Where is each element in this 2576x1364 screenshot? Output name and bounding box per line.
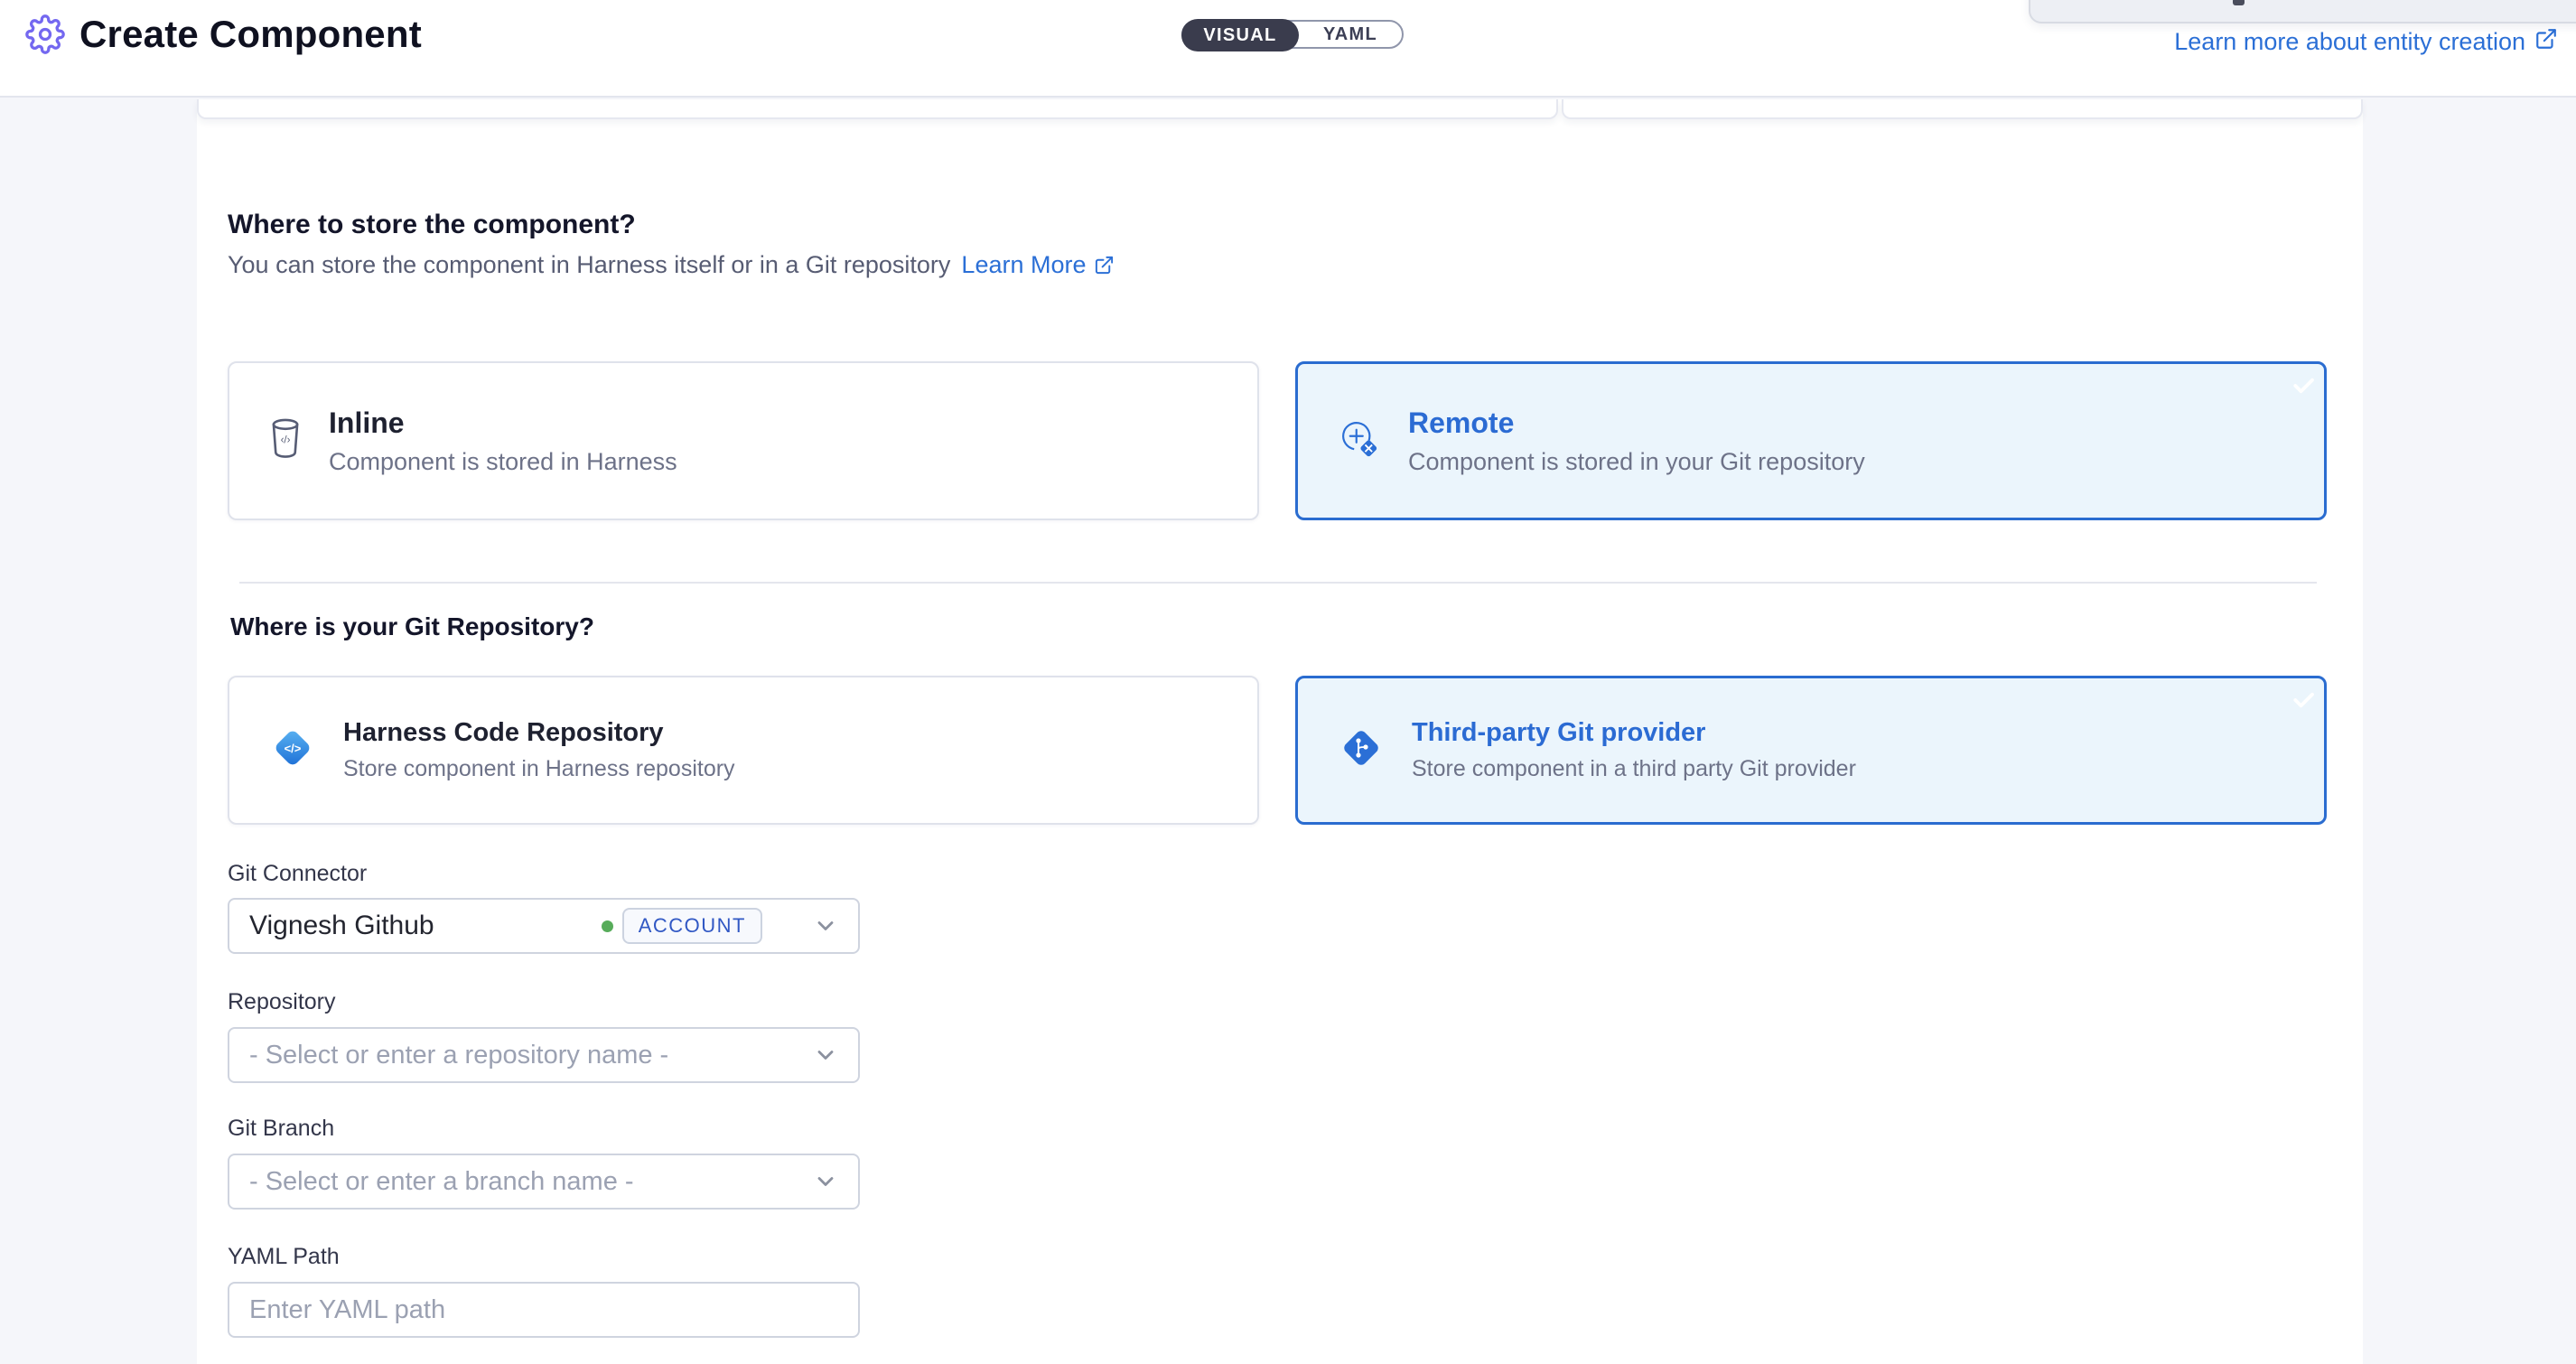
git-connector-label: Git Connector bbox=[228, 861, 367, 887]
git-connector-select[interactable]: Vignesh Github ACCOUNT bbox=[228, 898, 860, 954]
chevron-down-icon bbox=[813, 1169, 838, 1194]
inline-store-icon: ‹/› bbox=[267, 416, 303, 467]
repository-label: Repository bbox=[228, 989, 336, 1015]
collapsed-card-edge-left bbox=[197, 99, 1558, 119]
svg-text:</>: </> bbox=[285, 742, 302, 755]
git-branch-select[interactable]: - Select or enter a branch name - bbox=[228, 1154, 860, 1210]
inline-card-title: Inline bbox=[329, 406, 677, 440]
storage-subtitle-text: You can store the component in Harness i… bbox=[228, 251, 950, 279]
page-header: Create Component VISUAL YAML Learn more … bbox=[0, 0, 2576, 98]
toggle-yaml[interactable]: YAML bbox=[1299, 22, 1402, 47]
harness-code-card-title: Harness Code Repository bbox=[343, 718, 735, 748]
git-branch-label: Git Branch bbox=[228, 1116, 334, 1142]
gear-icon bbox=[25, 14, 65, 54]
toggle-visual[interactable]: VISUAL bbox=[1181, 19, 1299, 51]
learn-more-entity-creation-link[interactable]: Learn more about entity creation bbox=[2174, 27, 2558, 57]
svg-text:‹/›: ‹/› bbox=[281, 434, 291, 445]
collapsed-card-edge-right bbox=[1562, 99, 2363, 119]
third-party-card-title: Third-party Git provider bbox=[1412, 718, 1856, 748]
external-link-icon bbox=[1094, 255, 1115, 276]
popover-dash bbox=[2233, 0, 2245, 5]
git-connector-value: Vignesh Github bbox=[249, 911, 434, 941]
yaml-path-field bbox=[228, 1282, 860, 1338]
page-title: Create Component bbox=[79, 13, 422, 56]
yaml-path-label: YAML Path bbox=[228, 1244, 340, 1270]
harness-code-card-description: Store component in Harness repository bbox=[343, 756, 735, 782]
create-component-form-panel: Where to store the component? You can st… bbox=[197, 99, 2363, 1364]
harness-code-icon: </> bbox=[267, 723, 318, 778]
visual-yaml-toggle[interactable]: VISUAL YAML bbox=[1181, 20, 1404, 49]
check-icon bbox=[2290, 372, 2317, 399]
external-link-icon bbox=[2534, 27, 2558, 57]
third-party-card-description: Store component in a third party Git pro… bbox=[1412, 756, 1856, 782]
chevron-down-icon bbox=[813, 913, 838, 939]
chevron-down-icon bbox=[813, 1042, 838, 1068]
repository-placeholder: - Select or enter a repository name - bbox=[249, 1041, 668, 1070]
check-icon bbox=[2290, 687, 2317, 714]
cutoff-popover bbox=[2029, 0, 2576, 23]
learn-more-entity-creation-label: Learn more about entity creation bbox=[2174, 28, 2525, 56]
git-repo-question-heading: Where is your Git Repository? bbox=[230, 612, 594, 641]
storage-option-remote-card[interactable]: Remote Component is stored in your Git r… bbox=[1295, 361, 2327, 520]
storage-option-inline-card[interactable]: ‹/› Inline Component is stored in Harnes… bbox=[228, 361, 1259, 520]
storage-question-subtitle: You can store the component in Harness i… bbox=[228, 251, 1115, 279]
inline-card-description: Component is stored in Harness bbox=[329, 448, 677, 476]
remote-card-title: Remote bbox=[1408, 406, 1865, 440]
section-divider bbox=[239, 582, 2317, 584]
storage-learn-more-link[interactable]: Learn More bbox=[961, 251, 1114, 279]
git-option-third-party-card[interactable]: Third-party Git provider Store component… bbox=[1295, 676, 2327, 825]
remote-store-icon bbox=[1336, 416, 1383, 467]
storage-question-heading: Where to store the component? bbox=[228, 210, 636, 240]
connector-status-dot bbox=[602, 920, 613, 932]
scope-badge: ACCOUNT bbox=[622, 908, 762, 944]
yaml-path-input[interactable] bbox=[249, 1284, 838, 1336]
git-provider-icon bbox=[1336, 723, 1386, 778]
git-option-harness-code-card[interactable]: </> Harness Code Repository Store compon… bbox=[228, 676, 1259, 825]
repository-select[interactable]: - Select or enter a repository name - bbox=[228, 1027, 860, 1083]
git-branch-placeholder: - Select or enter a branch name - bbox=[249, 1167, 634, 1197]
remote-card-description: Component is stored in your Git reposito… bbox=[1408, 448, 1865, 476]
